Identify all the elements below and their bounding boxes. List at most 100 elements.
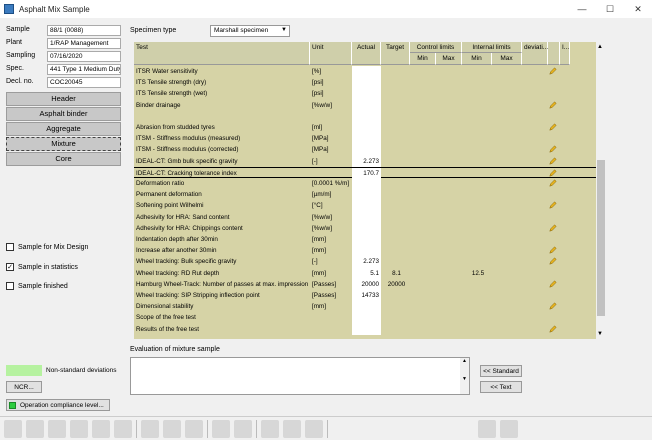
pencil-icon[interactable]	[549, 67, 557, 75]
cell-actual[interactable]	[352, 312, 381, 324]
spec-field[interactable]: 441 Type 1 Medium Duty	[47, 64, 121, 75]
pencil-icon[interactable]	[549, 179, 557, 187]
col-control-min[interactable]: Min	[410, 53, 436, 65]
cell-actual[interactable]	[352, 222, 381, 234]
pencil-icon[interactable]	[549, 145, 557, 153]
document-icon[interactable]	[283, 419, 301, 438]
col-internal-min[interactable]: Min	[462, 53, 492, 65]
close-button[interactable]: ✕	[624, 0, 652, 18]
cell-actual[interactable]	[352, 77, 381, 89]
cell-actual[interactable]	[352, 189, 381, 201]
cell-actual[interactable]	[352, 234, 381, 246]
compliance-button[interactable]: Operation compliance level...	[6, 399, 110, 411]
cell-actual[interactable]: 2.273	[352, 155, 381, 167]
standard-button[interactable]: << Standard	[480, 365, 522, 377]
nav-core-button[interactable]: Core	[6, 152, 121, 166]
pencil-icon[interactable]	[549, 101, 557, 109]
table-row[interactable]	[134, 110, 596, 122]
cell-actual[interactable]	[352, 99, 381, 111]
open-icon[interactable]	[26, 419, 44, 438]
cell-actual[interactable]	[352, 200, 381, 212]
cell-actual[interactable]: 5.1	[352, 267, 381, 279]
new-icon[interactable]	[4, 419, 22, 438]
table-row[interactable]: Permanent deformation [µm/m]	[134, 189, 596, 201]
col-test[interactable]: Test	[134, 42, 310, 65]
table-row[interactable]: IDEAL-CT: Cracking tolerance index 170.7	[134, 166, 596, 179]
copy-icon[interactable]	[305, 419, 323, 438]
decl-field[interactable]: COC20045	[47, 77, 121, 88]
grid-scrollbar[interactable]: ▲ ▼	[596, 42, 606, 339]
table-row[interactable]: ITS Tensile strength (dry) [psi]	[134, 77, 596, 89]
pencil-icon[interactable]	[549, 123, 557, 131]
forward-icon[interactable]	[185, 419, 203, 438]
col-control-limits[interactable]: Control limits	[410, 42, 462, 53]
sample-field[interactable]: 88/1 (0088)	[47, 25, 121, 36]
maximize-button[interactable]: ☐	[596, 0, 624, 18]
evaluation-textarea[interactable]: ▲ ▼	[130, 357, 470, 395]
col-extra[interactable]: I...	[560, 42, 570, 65]
cell-actual[interactable]	[352, 133, 381, 145]
table-row[interactable]: ITS Tensile strength (wet) [psi]	[134, 88, 596, 100]
pencil-icon[interactable]	[549, 169, 557, 177]
scroll-thumb[interactable]	[597, 160, 605, 316]
pencil-icon[interactable]	[549, 246, 557, 254]
cell-actual[interactable]	[352, 178, 381, 190]
col-deviation[interactable]: deviati...	[522, 42, 548, 65]
table-row[interactable]: Binder drainage [%w/w]	[134, 99, 596, 111]
table-row[interactable]: ITSR Water sensitivity [%]	[134, 66, 596, 78]
nav-asphalt-binder-button[interactable]: Asphalt binder	[6, 107, 121, 121]
settings-icon[interactable]	[478, 419, 496, 438]
table-row[interactable]: Softening point Wilhelmi [°C]	[134, 200, 596, 212]
cell-actual[interactable]	[352, 211, 381, 223]
minimize-button[interactable]: —	[568, 0, 596, 18]
chart-icon[interactable]	[261, 419, 279, 438]
cell-actual[interactable]: 2.273	[352, 256, 381, 268]
cell-actual[interactable]	[352, 66, 381, 78]
sampling-field[interactable]: 07/16/2020	[47, 51, 121, 62]
plant-field[interactable]: 1/RAP Management	[47, 38, 121, 49]
pencil-icon[interactable]	[549, 257, 557, 265]
sample-for-mix-design-checkbox[interactable]: Sample for Mix Design	[6, 243, 88, 251]
table-row[interactable]: ITSM - Stiffness modulus (corrected) [MPa…	[134, 144, 596, 156]
sample-finished-checkbox[interactable]: Sample finished	[6, 282, 68, 290]
table-row[interactable]: Abrasion from studded tyres [ml]	[134, 122, 596, 134]
exit-icon[interactable]	[500, 419, 518, 438]
delete-icon[interactable]	[114, 419, 132, 438]
cell-actual[interactable]	[352, 245, 381, 257]
col-actual[interactable]: Actual	[352, 42, 381, 65]
scroll-up-icon[interactable]: ▲	[597, 44, 603, 50]
nav-header-button[interactable]: Header	[6, 92, 121, 106]
table-row[interactable]: Adhesivity for HRA: Chippings content [%w…	[134, 222, 596, 234]
col-edit[interactable]	[548, 42, 560, 65]
col-internal-limits[interactable]: Internal limits	[462, 42, 522, 53]
table-row[interactable]: Hamburg Wheel-Track: Number of passes at…	[134, 278, 596, 290]
edit-icon[interactable]	[48, 419, 66, 438]
nav-aggregate-button[interactable]: Aggregate	[6, 122, 121, 136]
table-row[interactable]: Deformation ratio [0.0001 %/m]	[134, 178, 596, 190]
table-row[interactable]: Results of the free test	[134, 323, 596, 335]
text-button[interactable]: << Text	[480, 381, 522, 393]
pencil-icon[interactable]	[549, 224, 557, 232]
save-icon[interactable]	[70, 419, 88, 438]
table-row[interactable]: Wheel tracking: Bulk specific gravity [-]…	[134, 256, 596, 268]
table-row[interactable]: Wheel tracking: SIP Stripping inflection…	[134, 290, 596, 302]
cell-actual[interactable]	[352, 301, 381, 313]
table-row[interactable]: Increase after another 30min [mm]	[134, 245, 596, 257]
evaluation-scrollbar[interactable]: ▲ ▼	[460, 358, 469, 394]
cell-actual[interactable]	[352, 144, 381, 156]
pencil-icon[interactable]	[549, 201, 557, 209]
scroll-down-icon[interactable]: ▼	[597, 331, 603, 337]
table-row[interactable]: Dimensional stability [mm]	[134, 301, 596, 313]
col-target[interactable]: Target	[381, 42, 410, 65]
pencil-icon[interactable]	[549, 325, 557, 333]
table-row[interactable]: Wheel tracking: RD Rut depth [mm] 5.1 8.1 12…	[134, 267, 596, 279]
checkbox-box[interactable]	[6, 282, 14, 290]
pencil-icon[interactable]	[549, 302, 557, 310]
cell-actual[interactable]: 14733	[352, 290, 381, 302]
table-row[interactable]: IDEAL-CT: Gmb bulk specific gravity [-] 2.…	[134, 155, 596, 167]
col-control-max[interactable]: Max	[436, 53, 462, 65]
report-icon[interactable]	[212, 419, 230, 438]
print-icon[interactable]	[92, 419, 110, 438]
binoculars-icon[interactable]	[141, 419, 159, 438]
table-row[interactable]: Indentation depth after 30min [mm]	[134, 234, 596, 246]
